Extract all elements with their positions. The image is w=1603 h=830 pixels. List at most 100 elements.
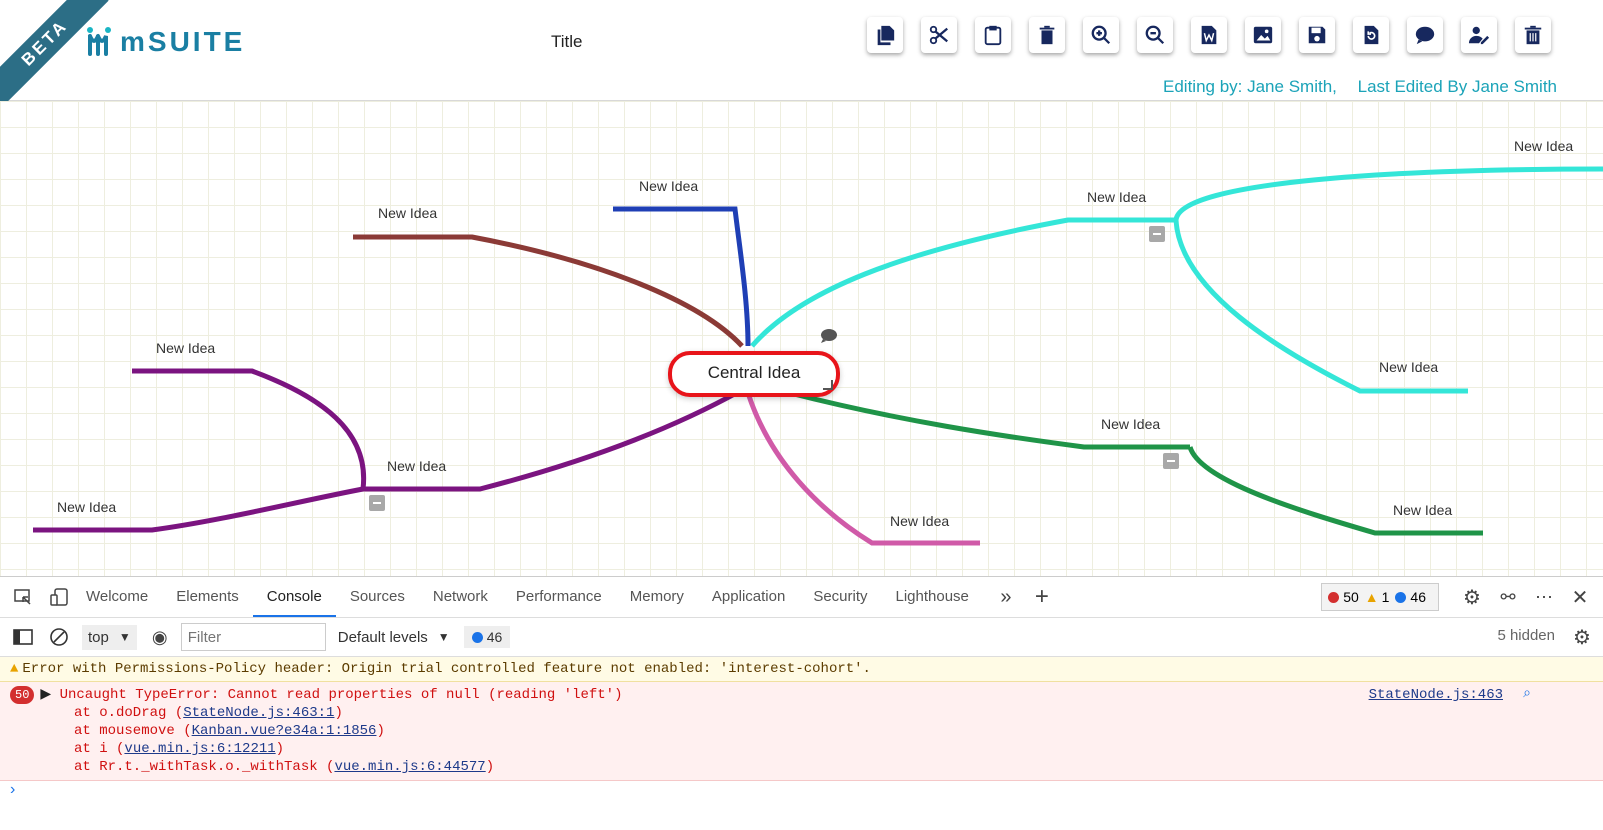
add-tab-icon[interactable]: + — [1029, 583, 1055, 610]
tab-sources[interactable]: Sources — [336, 577, 419, 617]
tab-application[interactable]: Application — [698, 577, 799, 617]
frame-text: at o.doDrag ( — [74, 705, 184, 721]
collapse-cyan-button[interactable] — [1149, 226, 1165, 242]
zoom-out-icon — [1145, 25, 1165, 45]
more-options-icon[interactable]: ⋯ — [1531, 584, 1557, 610]
tab-welcome[interactable]: Welcome — [72, 577, 162, 617]
central-idea-label: Central Idea — [707, 363, 801, 382]
delete-icon — [1039, 25, 1055, 45]
branch-cyan-main — [750, 217, 1176, 348]
node-cyan-bottom[interactable]: New Idea — [1379, 359, 1438, 375]
branch-brown — [353, 234, 744, 348]
collapse-green-button[interactable] — [1163, 453, 1179, 469]
node-purple-main[interactable]: New Idea — [387, 458, 446, 474]
cut-button[interactable] — [921, 17, 957, 53]
cut-icon — [929, 25, 948, 45]
export-word-button[interactable] — [1191, 17, 1227, 53]
issue-counts[interactable]: 50 ▲ 1 46 — [1321, 583, 1439, 611]
tab-performance[interactable]: Performance — [502, 577, 616, 617]
error-source-link[interactable]: StateNode.js:463 — [1369, 687, 1503, 703]
node-pink[interactable]: New Idea — [890, 513, 949, 529]
image-icon — [1253, 26, 1273, 44]
device-toggle-icon[interactable] — [46, 584, 72, 610]
image-button[interactable] — [1245, 17, 1281, 53]
edit-user-button[interactable] — [1461, 17, 1497, 53]
mindmap-canvas[interactable]: New Idea New Idea New Idea New Idea New … — [0, 101, 1603, 576]
log-levels-dropdown[interactable]: Default levels ▼ — [338, 629, 450, 646]
zoom-out-button[interactable] — [1137, 17, 1173, 53]
search-icon[interactable]: ⌕ — [1523, 686, 1531, 702]
sidebar-toggle-icon[interactable] — [10, 624, 36, 650]
paste-button[interactable] — [975, 17, 1011, 53]
frame-link[interactable]: vue.min.js:6:12211 — [124, 741, 275, 757]
logo-text: mSUITE — [120, 26, 246, 57]
node-green-sub[interactable]: New Idea — [1393, 502, 1452, 518]
node-green-main[interactable]: New Idea — [1101, 416, 1160, 432]
logo[interactable]: mSUITE — [84, 22, 245, 62]
console-settings-gear-icon[interactable]: ⚙ — [1569, 624, 1595, 650]
branch-cyan-top — [1173, 166, 1603, 221]
save-button[interactable] — [1299, 17, 1335, 53]
clear-console-icon[interactable] — [46, 624, 72, 650]
zoom-in-button[interactable] — [1083, 17, 1119, 53]
console-prompt[interactable]: › — [0, 781, 1603, 805]
tab-console[interactable]: Console — [252, 577, 336, 617]
more-tabs-icon[interactable]: » — [993, 584, 1019, 610]
collapse-purple-button[interactable] — [369, 495, 385, 511]
frame-text: ) — [334, 705, 343, 721]
node-cyan-top[interactable]: New Idea — [1514, 138, 1573, 154]
message-badge[interactable]: 46 — [463, 626, 511, 648]
context-select[interactable]: top ▼ — [82, 624, 137, 650]
filter-input[interactable] — [180, 623, 326, 651]
tab-network[interactable]: Network — [419, 577, 502, 617]
message-badge-count: 46 — [486, 629, 503, 645]
node-blue[interactable]: New Idea — [639, 178, 698, 194]
tab-security[interactable]: Security — [799, 577, 881, 617]
word-export-icon — [1201, 25, 1217, 45]
tab-memory[interactable]: Memory — [616, 577, 698, 617]
close-devtools-icon[interactable]: ✕ — [1567, 584, 1593, 610]
document-title[interactable]: Title — [551, 32, 583, 52]
restore-button[interactable] — [1353, 17, 1389, 53]
trash-button[interactable] — [1515, 17, 1551, 53]
expand-triangle-icon[interactable]: ▶ — [40, 687, 51, 703]
resize-handle[interactable] — [823, 380, 833, 390]
frame-text: at mousemove ( — [74, 723, 192, 739]
frame-text: ) — [376, 723, 385, 739]
frame-text: at Rr.t._withTask.o._withTask ( — [74, 759, 335, 775]
inspect-icon[interactable] — [10, 584, 36, 610]
frame-link[interactable]: vue.min.js:6:44577 — [334, 759, 485, 775]
frame-text: ) — [485, 759, 495, 775]
console-warning-row: ▲ Error with Permissions-Policy header: … — [0, 657, 1603, 682]
node-brown[interactable]: New Idea — [378, 205, 437, 221]
mindmap-branches — [33, 166, 1603, 546]
message-icon — [1395, 591, 1407, 603]
live-expression-eye-icon[interactable]: ◉ — [147, 624, 173, 650]
settings-gear-icon[interactable]: ⚙ — [1459, 584, 1485, 610]
copy-button[interactable] — [867, 17, 903, 53]
context-value: top — [88, 628, 109, 646]
central-idea-node[interactable]: Central Idea — [668, 351, 840, 397]
node-purple-top[interactable]: New Idea — [156, 340, 215, 356]
zoom-in-icon — [1091, 25, 1111, 45]
customize-icon[interactable]: ⚯ — [1495, 584, 1521, 610]
stack-frame: at mousemove (Kanban.vue?e34a:1:1856) — [0, 722, 1603, 740]
app-header: BETA mSUITE Title Editing by: Jane Smith… — [0, 0, 1603, 107]
devtools-right-controls: 50 ▲ 1 46 ⚙ ⚯ ⋯ ✕ — [1321, 583, 1593, 611]
tab-elements[interactable]: Elements — [162, 577, 253, 617]
devtools-panel: Welcome Elements Console Sources Network… — [0, 576, 1603, 830]
warning-message: Error with Permissions-Policy header: Or… — [22, 661, 871, 677]
frame-link[interactable]: Kanban.vue?e34a:1:1856 — [192, 723, 377, 739]
node-comment-icon[interactable] — [820, 328, 838, 344]
tab-lighthouse[interactable]: Lighthouse — [882, 577, 983, 617]
console-filter-bar: top ▼ ◉ Default levels ▼ 46 5 hidden ⚙ — [0, 618, 1603, 657]
delete-button[interactable] — [1029, 17, 1065, 53]
comment-button[interactable] — [1407, 17, 1443, 53]
node-cyan-main[interactable]: New Idea — [1087, 189, 1146, 205]
frame-text: at i ( — [74, 741, 125, 757]
hidden-count: 5 hidden — [1497, 627, 1555, 644]
frame-link[interactable]: StateNode.js:463:1 — [183, 705, 334, 721]
node-purple-left[interactable]: New Idea — [57, 499, 116, 515]
warning-count: 1 — [1381, 589, 1390, 605]
error-count-badge: 50 — [10, 686, 35, 704]
